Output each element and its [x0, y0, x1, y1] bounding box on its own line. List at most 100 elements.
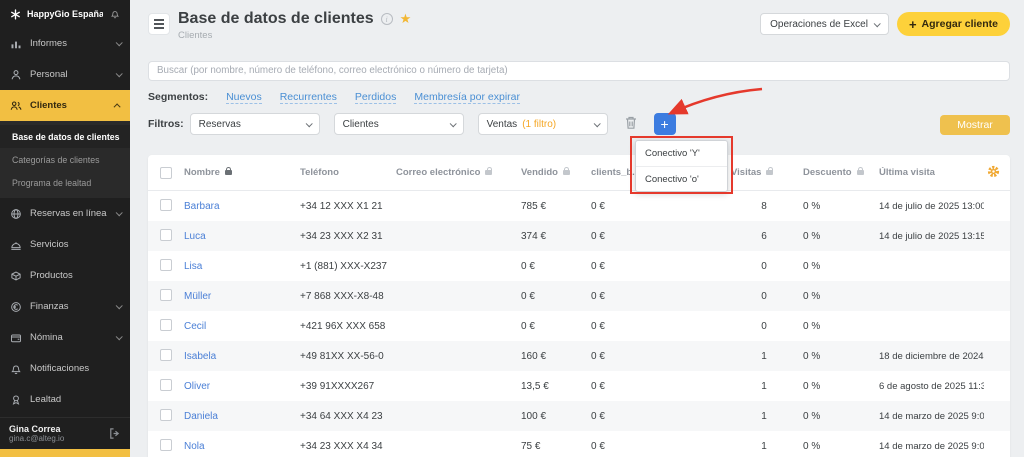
discount-cell: 0 % [803, 410, 821, 422]
discount-cell: 0 % [803, 260, 821, 272]
discount-cell: 0 % [803, 320, 821, 332]
row-checkbox[interactable] [160, 288, 172, 301]
last-visit-cell: 14 de julio de 2025 13:00 [879, 200, 984, 212]
notification-bell-icon[interactable] [108, 9, 122, 19]
chevron-down-icon [115, 70, 123, 78]
segments-row: Segmentos: Nuevos Recurrentes Perdidos M… [148, 90, 520, 104]
table-body: Barbara +34 12 XXX X1 21 785 € 0 € 8 0 % 14 de… [148, 191, 1010, 457]
sidebar-item-notificaciones[interactable]: Notificaciones [0, 353, 130, 384]
phone-cell: +34 12 XXX X1 21 [300, 200, 383, 212]
row-checkbox[interactable] [160, 408, 172, 421]
sidebar-item-informes[interactable]: Informes [0, 28, 130, 59]
segment-link-recurrentes[interactable]: Recurrentes [279, 91, 337, 104]
connector-option-y[interactable]: Conectivo 'Y' [636, 141, 727, 166]
sidebar-subitem-base-de-datos-de-clientes[interactable]: Base de datos de clientes [0, 125, 130, 148]
phone-cell: +7 868 XXX-X8-48 [300, 290, 384, 302]
table-settings-button[interactable] [987, 165, 1000, 181]
info-icon[interactable] [380, 13, 393, 25]
add-client-button[interactable]: Agregar cliente [896, 12, 1010, 36]
balance-cell: 0 € [591, 440, 605, 452]
select-all-checkbox[interactable] [160, 166, 172, 179]
sidebar-item-clientes[interactable]: Clientes [0, 90, 130, 121]
clear-filters-button[interactable] [622, 113, 640, 135]
segments-label: Segmentos: [148, 91, 209, 103]
sidebar-item-servicios[interactable]: Servicios [0, 229, 130, 260]
logout-icon[interactable] [107, 427, 121, 440]
brand-name: HappyGio España [27, 9, 103, 19]
sidebar-nav: Informes Personal Clientes Base de datos de… [0, 28, 130, 415]
favorite-star-icon[interactable] [400, 10, 412, 28]
client-name-link[interactable]: Isabela [184, 351, 216, 362]
sidebar-item-reservas-en-linea[interactable]: Reservas en línea [0, 198, 130, 229]
phone-cell: +39 91XXXX267 [300, 380, 375, 392]
main-content: Base de datos de clientes Clientes Opera… [130, 0, 1024, 457]
discount-cell: 0 % [803, 230, 821, 242]
filter-select-clientes[interactable]: Clientes [333, 113, 464, 135]
column-header-visitas[interactable]: Visitas [731, 167, 803, 178]
client-name-link[interactable]: Oliver [184, 381, 210, 392]
phone-cell: +49 81XX XX-56-0 [300, 350, 384, 362]
search-input[interactable] [148, 60, 1010, 81]
client-name-link[interactable]: Luca [184, 231, 206, 242]
row-checkbox[interactable] [160, 258, 172, 271]
sidebar-subitem-programa-de-lealtad[interactable]: Programa de lealtad [0, 171, 130, 194]
client-name-link[interactable]: Daniela [184, 411, 218, 422]
coin-icon [9, 301, 23, 313]
discount-cell: 0 % [803, 290, 821, 302]
show-button[interactable]: Mostrar [940, 115, 1010, 135]
column-header-descuento[interactable]: Descuento [803, 167, 879, 178]
table-row: Barbara +34 12 XXX X1 21 785 € 0 € 8 0 % 14 de… [148, 191, 1010, 221]
sidebar-item-productos[interactable]: Productos [0, 260, 130, 291]
balance-cell: 0 € [591, 350, 605, 362]
person-icon [9, 69, 23, 81]
visits-cell: 1 [761, 410, 767, 422]
chevron-up-icon [113, 103, 121, 111]
box-icon [9, 270, 23, 282]
row-checkbox[interactable] [160, 198, 172, 211]
client-name-link[interactable]: Barbara [184, 201, 220, 212]
table-row: Cecil +421 96X XXX 658 0 € 0 € 0 0 % [148, 311, 1010, 341]
row-checkbox[interactable] [160, 378, 172, 391]
segment-link-nuevos[interactable]: Nuevos [226, 91, 262, 104]
sidebar-subitem-categorias-de-clientes[interactable]: Categorías de clientes [0, 148, 130, 171]
column-header-correo[interactable]: Correo electrónico [396, 167, 521, 178]
filter-select-reservas[interactable]: Reservas [189, 113, 320, 135]
segment-link-perdidos[interactable]: Perdidos [354, 91, 397, 104]
sidebar-user-block[interactable]: Gina Correa gina.c@alteg.io [0, 417, 130, 449]
sidebar-item-finanzas[interactable]: Finanzas [0, 291, 130, 322]
column-header-vendido[interactable]: Vendido [521, 167, 591, 178]
sidebar-item-nomina[interactable]: Nómina [0, 322, 130, 353]
client-name-link[interactable]: Lisa [184, 261, 202, 272]
phone-cell: +421 96X XXX 658 [300, 320, 386, 332]
excel-operations-button[interactable]: Operaciones de Excel [760, 13, 889, 35]
table-row: Luca +34 23 XXX X2 31 374 € 0 € 6 0 % 14 de ju… [148, 221, 1010, 251]
chevron-down-icon [593, 119, 601, 127]
filter-select-ventas[interactable]: Ventas (1 filtro) [477, 113, 608, 135]
column-header-nombre[interactable]: Nombre [184, 167, 300, 178]
row-checkbox[interactable] [160, 318, 172, 331]
balance-cell: 0 € [591, 380, 605, 392]
menu-button[interactable] [148, 13, 170, 35]
segment-link-membresia[interactable]: Membresía por expirar [414, 91, 520, 104]
client-name-link[interactable]: Cecil [184, 321, 206, 332]
table-row: Oliver +39 91XXXX267 13,5 € 0 € 1 0 % 6 de ago… [148, 371, 1010, 401]
chart-icon [9, 38, 23, 50]
wallet-icon [9, 332, 23, 344]
add-filter-button[interactable] [653, 113, 676, 135]
row-checkbox[interactable] [160, 348, 172, 361]
sidebar: HappyGio España Informes Personal Clientes… [0, 0, 130, 457]
row-checkbox[interactable] [160, 228, 172, 241]
client-name-link[interactable]: Müller [184, 291, 211, 302]
plus-icon [909, 17, 917, 32]
connector-option-o[interactable]: Conectivo 'o' [636, 166, 727, 191]
last-visit-cell: 6 de agosto de 2025 11:30 [879, 380, 984, 392]
row-checkbox[interactable] [160, 438, 172, 451]
page-header: Base de datos de clientes Clientes Opera… [148, 10, 1010, 52]
client-name-link[interactable]: Nola [184, 441, 205, 452]
column-header-telefono[interactable]: Teléfono [300, 167, 396, 178]
sidebar-item-lealtad[interactable]: Lealtad [0, 384, 130, 415]
sidebar-bottom-banner[interactable] [0, 449, 130, 457]
clientes-submenu: Base de datos de clientes Categorías de c… [0, 121, 130, 198]
sidebar-item-personal[interactable]: Personal [0, 59, 130, 90]
column-header-ultima-visita[interactable]: Última visita [879, 167, 984, 178]
